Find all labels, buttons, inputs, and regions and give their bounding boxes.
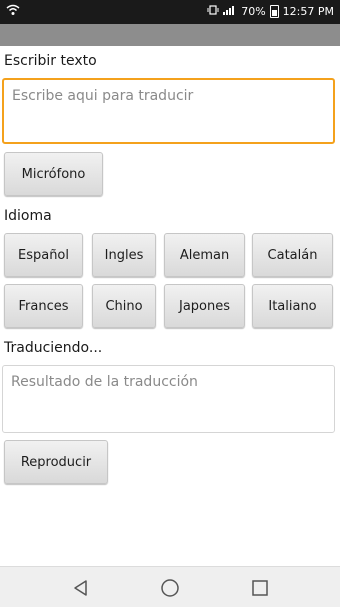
recents-icon[interactable] bbox=[249, 577, 271, 599]
back-icon[interactable] bbox=[70, 577, 92, 599]
lang-button-ingles[interactable]: Ingles bbox=[92, 233, 156, 277]
microphone-button[interactable]: Micrófono bbox=[4, 152, 103, 196]
clock: 12:57 PM bbox=[282, 5, 334, 18]
lang-button-catalan[interactable]: Catalán bbox=[252, 233, 333, 277]
input-label: Escribir texto bbox=[4, 53, 97, 69]
result-label: Traduciendo... bbox=[4, 340, 103, 356]
lang-button-espanol[interactable]: Español bbox=[4, 233, 83, 277]
wifi-icon bbox=[6, 4, 20, 19]
signal-icon bbox=[223, 5, 237, 18]
status-bar: 70% 12:57 PM bbox=[0, 0, 340, 24]
text-input[interactable]: Escribe aqui para traducir bbox=[2, 78, 335, 144]
battery-percent: 70% bbox=[241, 5, 266, 18]
lang-button-aleman[interactable]: Aleman bbox=[164, 233, 245, 277]
result-placeholder: Resultado de la traducción bbox=[11, 374, 198, 390]
lang-button-chino[interactable]: Chino bbox=[92, 284, 156, 328]
text-input-placeholder: Escribe aqui para traducir bbox=[12, 88, 194, 104]
battery-icon bbox=[269, 5, 279, 18]
lang-button-frances[interactable]: Frances bbox=[4, 284, 83, 328]
play-button[interactable]: Reproducir bbox=[4, 440, 108, 484]
navigation-bar bbox=[0, 566, 340, 607]
action-bar bbox=[0, 24, 340, 46]
language-label: Idioma bbox=[4, 208, 52, 224]
lang-button-italiano[interactable]: Italiano bbox=[252, 284, 333, 328]
vibrate-icon bbox=[207, 5, 219, 18]
home-icon[interactable] bbox=[159, 577, 181, 599]
lang-button-japones[interactable]: Japones bbox=[164, 284, 245, 328]
result-field: Resultado de la traducción bbox=[2, 365, 335, 433]
